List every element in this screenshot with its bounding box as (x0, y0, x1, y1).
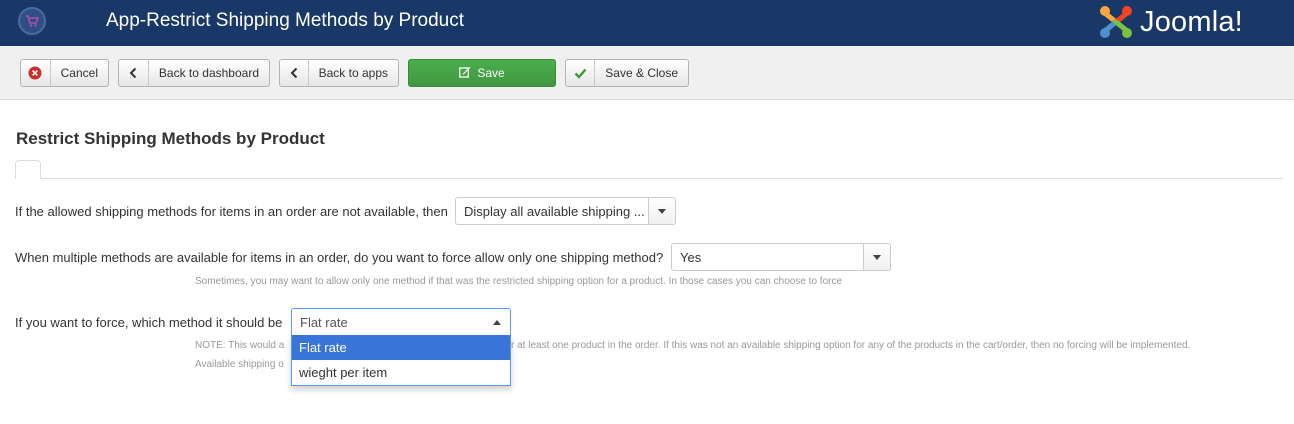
joomla-logo[interactable]: Joomla! (1096, 1, 1243, 43)
force-single-method-help: Sometimes, you may want to allow only on… (195, 276, 843, 287)
check-icon (566, 60, 596, 86)
forced-method-help-line2: Available shipping o (195, 359, 284, 370)
back-to-dashboard-label: Back to dashboard (158, 66, 259, 80)
cart-icon (18, 7, 46, 35)
joomla-wordmark: Joomla! (1140, 6, 1243, 38)
fallback-option-label: If the allowed shipping methods for item… (15, 204, 448, 219)
cancel-icon (21, 60, 51, 86)
back-to-dashboard-button[interactable]: Back to dashboard (118, 59, 270, 87)
caret-up-icon (483, 309, 510, 335)
force-single-method-value: Yes (680, 249, 702, 265)
caret-down-icon (648, 198, 675, 224)
forced-method-select[interactable]: Flat rate (291, 308, 511, 336)
back-to-apps-button[interactable]: Back to apps (279, 59, 399, 87)
save-button-label: Save (477, 66, 505, 80)
option-weight-per-item[interactable]: wieght per item (292, 360, 510, 385)
header-bar: App-Restrict Shipping Methods by Product… (0, 0, 1294, 46)
fallback-option-select[interactable]: Display all available shipping ... (455, 197, 676, 225)
caret-down-icon (863, 244, 890, 270)
joomla-icon (1100, 6, 1132, 38)
cancel-button-label: Cancel (60, 66, 98, 80)
forced-method-help-end: r at least one product in the order. If … (511, 340, 1191, 351)
forced-method-value: Flat rate (300, 314, 348, 330)
save-button[interactable]: Save (408, 59, 556, 87)
forced-method-dropdown: Flat rate wieght per item (291, 335, 511, 386)
force-single-method-label: When multiple methods are available for … (15, 250, 664, 265)
save-and-close-button[interactable]: Save & Close (565, 59, 689, 87)
page-title: Restrict Shipping Methods by Product (16, 129, 325, 148)
force-single-method-select[interactable]: Yes (671, 243, 891, 271)
toolbar: Cancel Back to dashboard Back to apps Sa… (0, 46, 1294, 100)
back-to-apps-label: Back to apps (318, 66, 388, 80)
tab-general[interactable] (15, 160, 41, 179)
tab-divider (15, 178, 1283, 179)
save-and-close-label: Save & Close (605, 66, 678, 80)
chevron-left-icon (119, 60, 149, 86)
option-flat-rate[interactable]: Flat rate (292, 335, 510, 360)
forced-method-label: If you want to force, which method it sh… (15, 315, 283, 330)
chevron-left-icon (280, 60, 309, 86)
page-header-title: App-Restrict Shipping Methods by Product (106, 10, 465, 31)
forced-method-help-start: NOTE: This would a (195, 340, 285, 351)
edit-icon (459, 66, 471, 81)
cancel-button[interactable]: Cancel (20, 59, 109, 87)
fallback-option-value: Display all available shipping ... (464, 203, 645, 219)
